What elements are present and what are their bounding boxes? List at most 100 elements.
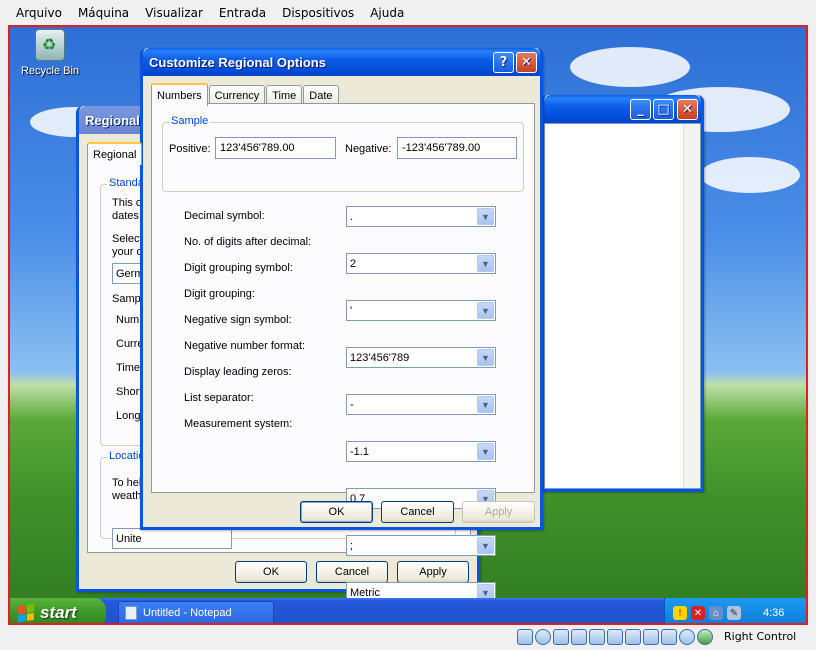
windows-logo-icon <box>18 603 34 623</box>
regional-title: Regional <box>85 112 140 128</box>
guest-screen[interactable]: Recycle Bin _ □ ✕ Regional Regional Stan… <box>8 25 808 625</box>
notepad-scrollbar[interactable] <box>683 124 700 488</box>
tab-time[interactable]: Time <box>266 85 303 105</box>
standards-description: This o <box>112 197 142 209</box>
chevron-down-icon[interactable]: ▼ <box>477 302 494 319</box>
tab-regional[interactable]: Regional <box>87 142 143 165</box>
list-separator-label: List separator: <box>184 392 254 404</box>
close-button[interactable]: ✕ <box>516 52 537 73</box>
digit-grouping-value: 123'456'789 <box>350 351 410 364</box>
customize-regional-options-dialog[interactable]: Customize Regional Options ? ✕ Numbers C… <box>140 48 543 603</box>
chevron-down-icon[interactable]: ▼ <box>477 537 494 554</box>
recycle-bin-label: Recycle Bin <box>20 65 80 77</box>
tab-regional-label: Regional <box>93 148 137 161</box>
taskbar-item-label: Untitled - Notepad <box>143 607 232 619</box>
recycle-bin-shortcut[interactable]: Recycle Bin <box>18 29 82 77</box>
host-key-label: Right Control <box>724 630 797 643</box>
close-icon: ✕ <box>682 102 693 117</box>
chevron-down-icon[interactable]: ▼ <box>477 396 494 413</box>
location-select-value: Unite <box>116 532 142 545</box>
audio-icon[interactable] <box>553 629 569 645</box>
tab-numbers[interactable]: Numbers <box>151 83 208 106</box>
menu-dispositivos[interactable]: Dispositivos <box>274 0 362 26</box>
tab-currency[interactable]: Currency <box>208 85 266 105</box>
cloud-decoration <box>570 47 690 87</box>
start-label: start <box>40 603 77 622</box>
negative-number-format-select[interactable]: -1.1 ▼ <box>346 441 496 462</box>
security-alert-icon[interactable]: ✕ <box>691 606 705 620</box>
menu-visualizar[interactable]: Visualizar <box>137 0 211 26</box>
digit-grouping-symbol-value: ' <box>350 304 353 317</box>
list-separator-select[interactable]: ; ▼ <box>346 535 496 556</box>
negative-sign-symbol-value: - <box>350 398 354 411</box>
host-menubar: Arquivo Máquina Visualizar Entrada Dispo… <box>0 0 816 26</box>
notepad-titlebar[interactable]: _ □ ✕ <box>544 95 701 123</box>
negative-sample-value: -123'456'789.00 <box>402 142 481 154</box>
digit-grouping-symbol-select[interactable]: ' ▼ <box>346 300 496 321</box>
chevron-down-icon[interactable]: ▼ <box>477 208 494 225</box>
regional-ok-button[interactable]: OK <box>235 561 307 583</box>
regional-ok-label: OK <box>263 566 279 578</box>
taskbar-item-notepad[interactable]: Untitled - Notepad <box>118 601 274 623</box>
location-select[interactable]: Unite <box>112 528 232 549</box>
tab-date[interactable]: Date <box>303 85 339 105</box>
decimal-symbol-label: Decimal symbol: <box>184 210 265 222</box>
measurement-system-value: Metric <box>350 586 380 599</box>
shared-folders-icon[interactable] <box>607 629 623 645</box>
regional-cancel-button[interactable]: Cancel <box>316 561 388 583</box>
menu-arquivo[interactable]: Arquivo <box>8 0 70 26</box>
chevron-down-icon[interactable]: ▼ <box>477 443 494 460</box>
digit-grouping-symbol-label: Digit grouping symbol: <box>184 262 293 274</box>
customize-apply-label: Apply <box>484 506 513 518</box>
regional-apply-label: Apply <box>419 566 447 578</box>
clock[interactable]: 4:36 <box>763 607 784 619</box>
taskbar: start Untitled - Notepad ! ✕ ⌂ ✎ 4:36 <box>10 598 806 623</box>
network-adapter-icon[interactable] <box>571 629 587 645</box>
regional-apply-button[interactable]: Apply <box>397 561 469 583</box>
notepad-icon <box>125 606 137 620</box>
keyboard-capture-icon[interactable] <box>697 629 713 645</box>
mouse-integration-icon[interactable] <box>679 629 695 645</box>
customize-titlebar[interactable]: Customize Regional Options ? ✕ <box>143 48 540 76</box>
cpu-icon[interactable] <box>661 629 677 645</box>
sample-group-title: Sample <box>169 115 211 127</box>
notepad-window[interactable]: _ □ ✕ <box>541 95 704 492</box>
start-button[interactable]: start <box>10 598 106 623</box>
maximize-button[interactable]: □ <box>653 99 674 120</box>
select-description: your o <box>112 246 143 258</box>
customize-cancel-button[interactable]: Cancel <box>381 501 454 523</box>
customize-ok-label: OK <box>328 506 345 518</box>
optical-drive-icon[interactable] <box>535 629 551 645</box>
usb-icon[interactable] <box>589 629 605 645</box>
notepad-text-area[interactable] <box>544 123 701 489</box>
menu-maquina[interactable]: Máquina <box>70 0 137 26</box>
digit-grouping-label: Digit grouping: <box>184 288 255 300</box>
display-icon[interactable] <box>625 629 641 645</box>
decimal-symbol-select[interactable]: . ▼ <box>346 206 496 227</box>
customize-ok-button[interactable]: OK <box>300 501 373 523</box>
digits-after-decimal-select[interactable]: 2 ▼ <box>346 253 496 274</box>
customize-apply-button[interactable]: Apply <box>462 501 535 523</box>
standards-description: dates, <box>112 210 142 222</box>
tab-date-label: Date <box>309 89 333 102</box>
chevron-down-icon[interactable]: ▼ <box>477 255 494 272</box>
help-button[interactable]: ? <box>493 52 514 73</box>
video-capture-icon[interactable] <box>643 629 659 645</box>
host-status-bar: Right Control <box>0 627 816 650</box>
close-button[interactable]: ✕ <box>677 99 698 120</box>
digit-grouping-select[interactable]: 123'456'789 ▼ <box>346 347 496 368</box>
menu-entrada[interactable]: Entrada <box>211 0 274 26</box>
leading-zeros-label: Display leading zeros: <box>184 366 292 378</box>
minimize-button[interactable]: _ <box>630 99 651 120</box>
sample-row-label: Long <box>116 410 141 422</box>
chevron-down-icon[interactable]: ▼ <box>477 349 494 366</box>
hard-disk-icon[interactable] <box>517 629 533 645</box>
security-shield-icon[interactable]: ! <box>673 606 687 620</box>
network-icon[interactable]: ⌂ <box>709 606 723 620</box>
digits-after-decimal-label: No. of digits after decimal: <box>184 236 312 248</box>
negative-sign-symbol-select[interactable]: - ▼ <box>346 394 496 415</box>
safely-remove-icon[interactable]: ✎ <box>727 606 741 620</box>
numbers-tab-page: Sample Positive: 123'456'789.00 Negative… <box>151 103 535 603</box>
cloud-decoration <box>700 157 800 193</box>
menu-ajuda[interactable]: Ajuda <box>362 0 412 26</box>
